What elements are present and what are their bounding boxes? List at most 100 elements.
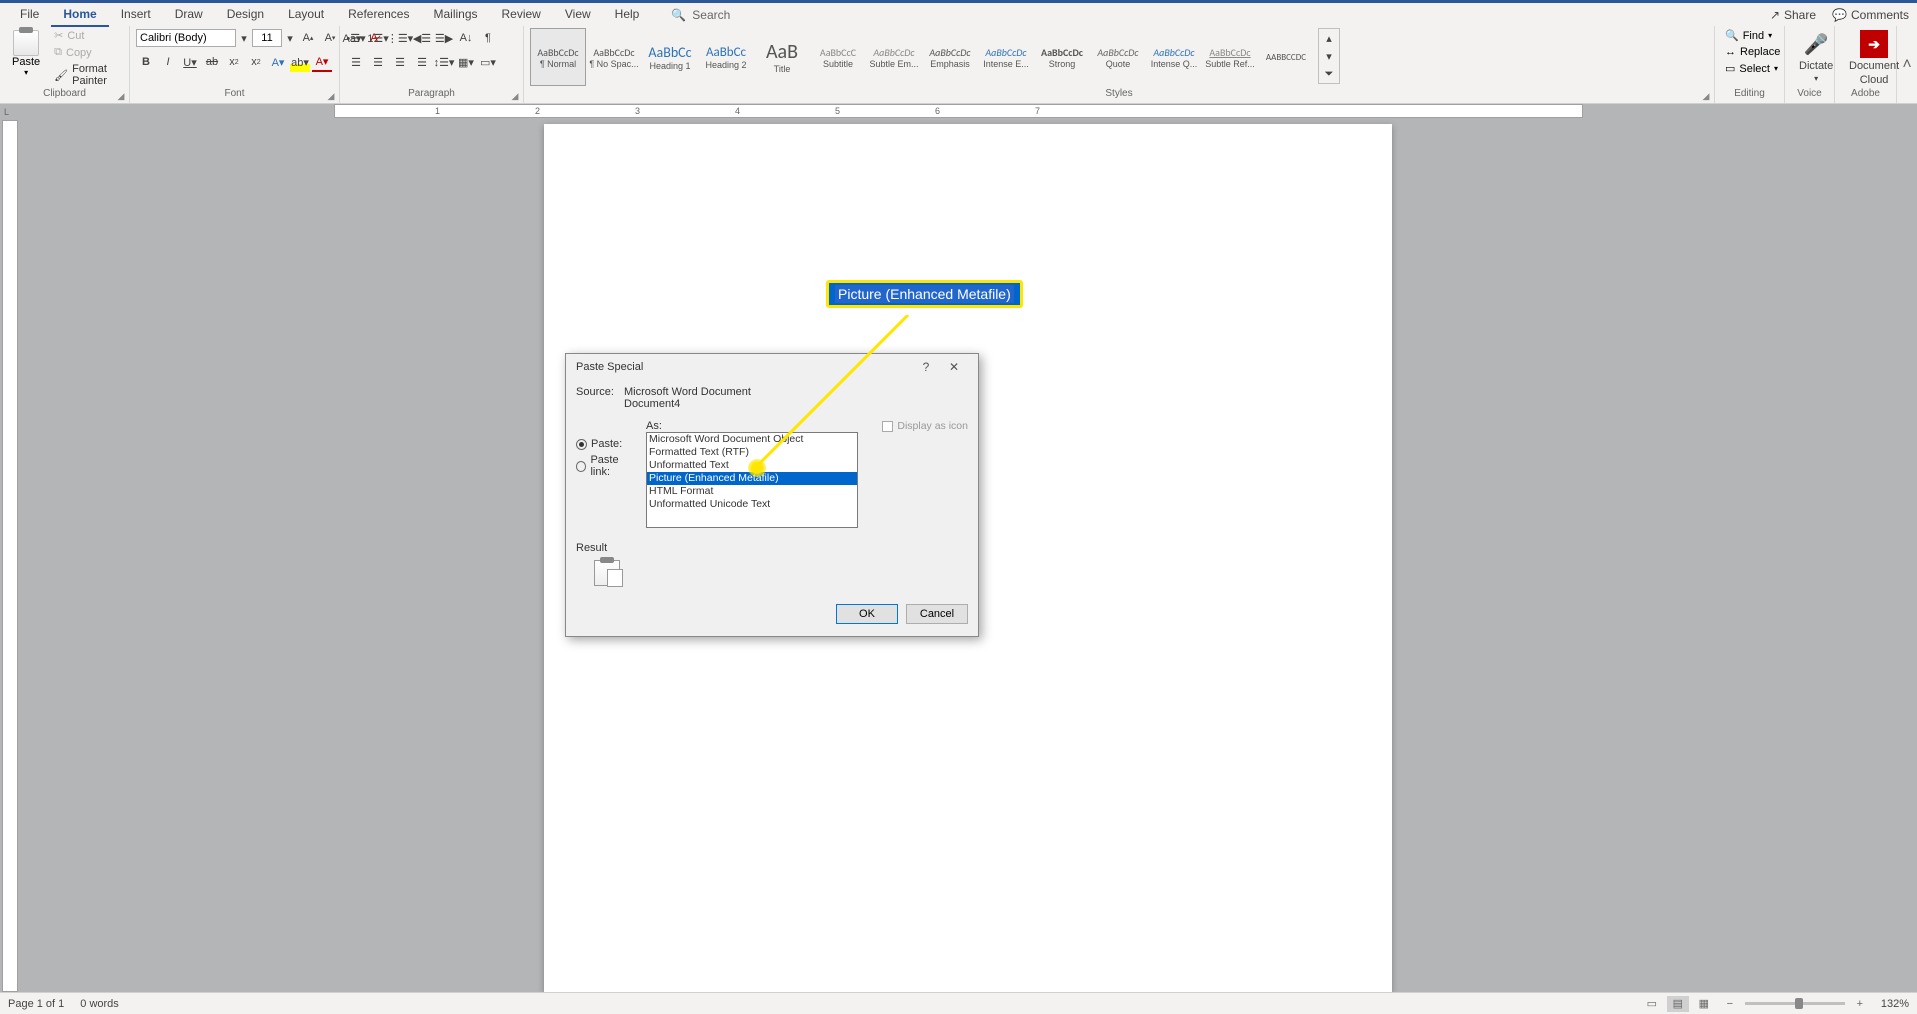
borders-icon[interactable]: ▭▾ — [478, 52, 498, 72]
font-dialog-launcher[interactable]: ◢ — [325, 90, 337, 102]
bullets-icon[interactable]: •☰▾ — [346, 28, 366, 48]
paste-link-radio[interactable]: Paste link: — [576, 454, 638, 478]
shading-icon[interactable]: ▦▾ — [456, 52, 476, 72]
print-layout-icon[interactable]: ▤ — [1667, 996, 1689, 1012]
decrease-indent-icon[interactable]: ◀☰ — [412, 28, 432, 48]
font-size-select[interactable] — [252, 29, 282, 47]
tab-insert[interactable]: Insert — [109, 3, 163, 27]
style-item[interactable]: AaBbCcDcIntense Q... — [1146, 28, 1202, 86]
increase-indent-icon[interactable]: ☰▶ — [434, 28, 454, 48]
styles-up-icon[interactable]: ▴ — [1319, 29, 1339, 47]
dialog-titlebar[interactable]: Paste Special ? ✕ — [566, 354, 978, 380]
tab-design[interactable]: Design — [215, 3, 276, 27]
style-item[interactable]: AaBbCcDcQuote — [1090, 28, 1146, 86]
styles-gallery[interactable]: AaBbCcDc¶ NormalAaBbCcDc¶ No Spac...AaBb… — [530, 28, 1314, 86]
numbering-icon[interactable]: 1☰▾ — [368, 28, 388, 48]
style-item[interactable]: AaBTitle — [754, 28, 810, 86]
style-item[interactable]: AaBbCcCSubtitle — [810, 28, 866, 86]
read-mode-icon[interactable]: ▭ — [1641, 996, 1663, 1012]
ok-button[interactable]: OK — [836, 604, 898, 624]
dictate-button[interactable]: 🎤 Dictate ▾ — [1791, 28, 1841, 85]
tab-help[interactable]: Help — [603, 3, 652, 27]
tab-layout[interactable]: Layout — [276, 3, 336, 27]
font-name-select[interactable] — [136, 29, 236, 47]
status-words[interactable]: 0 words — [80, 998, 119, 1010]
style-item[interactable]: AaBbCcHeading 2 — [698, 28, 754, 86]
bold-button[interactable]: B — [136, 52, 156, 72]
list-item[interactable]: Unformatted Text — [647, 459, 857, 472]
paste-button[interactable]: Paste ▾ — [6, 28, 46, 79]
help-button[interactable]: ? — [912, 360, 940, 374]
styles-dialog-launcher[interactable]: ◢ — [1700, 90, 1712, 102]
zoom-in-icon[interactable]: + — [1849, 996, 1871, 1012]
subscript-button[interactable]: x2 — [224, 52, 244, 72]
multilevel-icon[interactable]: ⋮☰▾ — [390, 28, 410, 48]
find-button[interactable]: 🔍Find▾ — [1721, 28, 1784, 43]
underline-button[interactable]: U▾ — [180, 52, 200, 72]
zoom-out-icon[interactable]: − — [1719, 996, 1741, 1012]
zoom-slider[interactable] — [1745, 1002, 1845, 1005]
decrease-font-icon[interactable]: A▾ — [320, 28, 340, 48]
format-painter-button[interactable]: 🖌Format Painter — [50, 62, 123, 88]
search-box[interactable]: 🔍 Search — [671, 8, 730, 22]
chevron-down-icon[interactable]: ▾ — [238, 28, 250, 48]
list-item[interactable]: Formatted Text (RTF) — [647, 446, 857, 459]
style-item[interactable]: AaBbCcDcEmphasis — [922, 28, 978, 86]
style-item[interactable]: AaBbCcDc¶ No Spac... — [586, 28, 642, 86]
list-item[interactable]: Picture (Enhanced Metafile) — [647, 472, 857, 485]
highlight-icon[interactable]: ab▾ — [290, 52, 310, 72]
show-marks-icon[interactable]: ¶ — [478, 28, 498, 48]
tab-draw[interactable]: Draw — [163, 3, 215, 27]
document-cloud-button[interactable]: ➔ Document Cloud — [1841, 28, 1907, 88]
as-listbox[interactable]: Microsoft Word Document ObjectFormatted … — [646, 432, 858, 528]
paragraph-dialog-launcher[interactable]: ◢ — [509, 90, 521, 102]
chevron-down-icon[interactable]: ▾ — [284, 28, 296, 48]
style-item[interactable]: AaBbCcDcSubtle Em... — [866, 28, 922, 86]
replace-button[interactable]: ↔Replace — [1721, 45, 1784, 59]
align-left-icon[interactable]: ☰ — [346, 52, 366, 72]
status-page[interactable]: Page 1 of 1 — [8, 998, 64, 1010]
style-item[interactable]: AaBbCcHeading 1 — [642, 28, 698, 86]
tab-view[interactable]: View — [553, 3, 603, 27]
italic-button[interactable]: I — [158, 52, 178, 72]
justify-icon[interactable]: ☰ — [412, 52, 432, 72]
tab-review[interactable]: Review — [490, 3, 553, 27]
align-right-icon[interactable]: ☰ — [390, 52, 410, 72]
tab-file[interactable]: File — [8, 3, 51, 27]
style-item[interactable]: AaBbCcDcSubtle Ref... — [1202, 28, 1258, 86]
cancel-button[interactable]: Cancel — [906, 604, 968, 624]
share-button[interactable]: ↗ Share — [1770, 8, 1816, 22]
style-item[interactable]: AaBbCcDcIntense E... — [978, 28, 1034, 86]
list-item[interactable]: Unformatted Unicode Text — [647, 498, 857, 511]
list-item[interactable]: HTML Format — [647, 485, 857, 498]
increase-font-icon[interactable]: A▴ — [298, 28, 318, 48]
superscript-button[interactable]: x2 — [246, 52, 266, 72]
align-center-icon[interactable]: ☰ — [368, 52, 388, 72]
line-spacing-icon[interactable]: ↕☰▾ — [434, 52, 454, 72]
close-button[interactable]: ✕ — [940, 360, 968, 374]
web-layout-icon[interactable]: ▦ — [1693, 996, 1715, 1012]
vertical-ruler[interactable] — [2, 120, 18, 992]
select-button[interactable]: ▭Select▾ — [1721, 61, 1784, 76]
cut-button[interactable]: ✂Cut — [50, 28, 123, 43]
list-item[interactable]: Microsoft Word Document Object — [647, 433, 857, 446]
text-effects-icon[interactable]: A▾ — [268, 52, 288, 72]
style-item[interactable]: AABBCCDC — [1258, 28, 1314, 86]
comments-button[interactable]: 💬 Comments — [1832, 8, 1909, 22]
copy-button[interactable]: ⧉Copy — [50, 45, 123, 60]
sort-icon[interactable]: A↓ — [456, 28, 476, 48]
strikethrough-button[interactable]: ab — [202, 52, 222, 72]
clipboard-dialog-launcher[interactable]: ◢ — [115, 90, 127, 102]
styles-more-icon[interactable]: ⏷ — [1319, 65, 1339, 83]
style-item[interactable]: AaBbCcDcStrong — [1034, 28, 1090, 86]
display-as-icon-checkbox[interactable]: Display as icon — [882, 420, 968, 432]
paste-radio[interactable]: Paste: — [576, 438, 638, 450]
tab-mailings[interactable]: Mailings — [421, 3, 489, 27]
zoom-level[interactable]: 132% — [1881, 998, 1909, 1010]
tab-references[interactable]: References — [336, 3, 421, 27]
tab-home[interactable]: Home — [51, 3, 108, 27]
font-color-icon[interactable]: A▾ — [312, 52, 332, 72]
horizontal-ruler[interactable]: 1234567 — [334, 104, 1583, 118]
style-item[interactable]: AaBbCcDc¶ Normal — [530, 28, 586, 86]
styles-down-icon[interactable]: ▾ — [1319, 47, 1339, 65]
